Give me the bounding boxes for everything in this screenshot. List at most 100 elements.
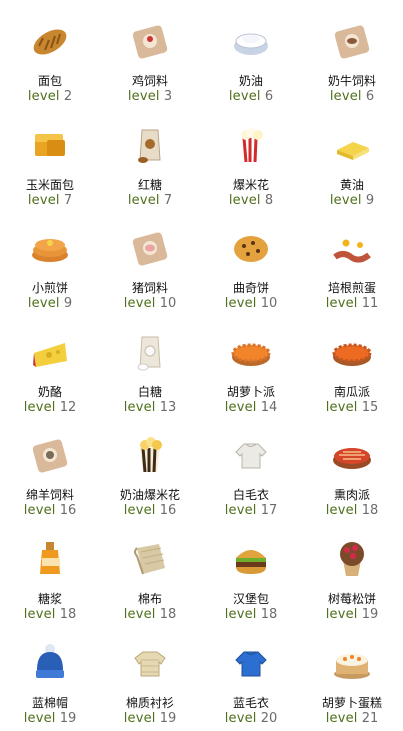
product-item[interactable]: 蓝毛衣 level 20 xyxy=(201,627,301,731)
level-number: 7 xyxy=(63,192,73,208)
cookie-icon xyxy=(230,227,272,269)
product-item[interactable]: 小煎饼 level 9 xyxy=(0,212,100,316)
unlock-level: level 16 xyxy=(0,503,100,518)
brown-sugar-icon xyxy=(129,124,171,166)
product-name: 绵羊饲料 xyxy=(25,488,74,503)
unlock-level: level 11 xyxy=(302,296,402,311)
level-number: 6 xyxy=(365,89,375,104)
product-name: 红糖 xyxy=(137,177,162,192)
product-item[interactable]: 南瓜派 level 15 xyxy=(302,316,402,420)
unlock-level: level 18 xyxy=(302,503,402,518)
product-item[interactable]: 棉质衬衫 level 19 xyxy=(100,627,200,731)
level-label: level xyxy=(123,503,156,519)
product-item[interactable]: 熏肉派 level 18 xyxy=(302,419,402,523)
level-number: 18 xyxy=(361,503,379,519)
product-item[interactable]: 红糖 level 7 xyxy=(100,109,200,213)
product-item[interactable]: 糖浆 level 18 xyxy=(0,523,100,627)
unlock-level: level 8 xyxy=(201,193,301,208)
pumpkin-pie-icon xyxy=(331,331,373,373)
product-item[interactable]: 绵羊饲料 level 16 xyxy=(0,419,100,523)
butter-icon xyxy=(331,124,373,166)
product-item[interactable]: 鸡饲料 level 3 xyxy=(100,5,200,109)
level-number: 3 xyxy=(163,89,173,104)
level-label: level xyxy=(127,89,160,104)
unlock-level: level 7 xyxy=(100,193,200,208)
level-label: level xyxy=(123,296,156,312)
product-item[interactable]: 胡萝卜蛋糕 level 21 xyxy=(302,627,402,731)
level-label: level xyxy=(224,503,257,519)
product-name: 面包 xyxy=(37,74,62,88)
level-label: level xyxy=(23,503,56,519)
product-name: 培根煎蛋 xyxy=(327,281,376,296)
unlock-level: level 16 xyxy=(100,503,200,518)
blue-sweater-icon xyxy=(230,642,272,684)
level-label: level xyxy=(329,192,362,208)
level-number: 8 xyxy=(264,192,274,208)
product-item[interactable]: 胡萝卜派 level 14 xyxy=(201,316,301,420)
product-name: 蓝棉帽 xyxy=(31,695,68,710)
product-item[interactable]: 蓝棉帽 level 19 xyxy=(0,627,100,731)
product-item[interactable]: 白毛衣 level 17 xyxy=(201,419,301,523)
product-name: 熏肉派 xyxy=(333,488,370,503)
level-label: level xyxy=(123,710,156,726)
cheese-icon xyxy=(29,331,71,373)
level-label: level xyxy=(224,296,257,312)
raspberry-muffin-icon xyxy=(331,538,373,580)
level-number: 9 xyxy=(63,296,73,312)
unlock-level: level 18 xyxy=(0,607,100,622)
buttered-popcorn-icon xyxy=(129,434,171,476)
product-item[interactable]: 奶油 level 6 xyxy=(201,5,301,109)
unlock-level: level 10 xyxy=(201,296,301,311)
product-item[interactable]: 玉米面包 level 7 xyxy=(0,109,100,213)
product-item[interactable]: 奶油爆米花 level 16 xyxy=(100,419,200,523)
sheep-feed-icon xyxy=(29,434,71,476)
product-name: 南瓜派 xyxy=(333,384,370,399)
product-item[interactable]: 棉布 level 18 xyxy=(100,523,200,627)
product-item[interactable]: 奶牛饲料 level 6 xyxy=(302,5,402,109)
pancake-icon xyxy=(29,227,71,269)
blue-woolly-hat-icon xyxy=(29,642,71,684)
product-item[interactable]: 奶酪 level 12 xyxy=(0,316,100,420)
level-number: 19 xyxy=(59,710,77,726)
product-name: 爆米花 xyxy=(232,177,269,192)
unlock-level: level 19 xyxy=(100,711,200,726)
product-name: 鸡饲料 xyxy=(131,74,168,88)
product-name: 奶酪 xyxy=(37,384,62,399)
product-item[interactable]: 汉堡包 level 18 xyxy=(201,523,301,627)
product-item[interactable]: 白糖 level 13 xyxy=(100,316,200,420)
product-name: 蓝毛衣 xyxy=(232,695,269,710)
product-name: 奶油 xyxy=(238,74,263,88)
product-item[interactable]: 猪饲料 level 10 xyxy=(100,212,200,316)
level-number: 20 xyxy=(260,710,278,726)
level-label: level xyxy=(27,192,60,208)
level-label: level xyxy=(325,399,358,415)
product-item[interactable]: 曲奇饼 level 10 xyxy=(201,212,301,316)
unlock-level: level 18 xyxy=(100,607,200,622)
syrup-icon xyxy=(29,538,71,580)
level-label: level xyxy=(325,607,358,622)
level-label: level xyxy=(224,607,257,622)
product-item[interactable]: 树莓松饼 level 19 xyxy=(302,523,402,627)
product-item[interactable]: 培根煎蛋 level 11 xyxy=(302,212,402,316)
white-sweater-icon xyxy=(230,434,272,476)
level-label: level xyxy=(325,296,358,312)
level-number: 2 xyxy=(63,89,73,104)
level-label: level xyxy=(224,710,257,726)
unlock-level: level 20 xyxy=(201,711,301,726)
product-item[interactable]: 黄油 level 9 xyxy=(302,109,402,213)
cream-icon xyxy=(230,20,272,62)
product-name: 黄油 xyxy=(339,177,364,192)
level-label: level xyxy=(23,399,56,415)
level-number: 18 xyxy=(59,607,77,622)
level-number: 15 xyxy=(361,399,379,415)
product-item[interactable]: 爆米花 level 8 xyxy=(201,109,301,213)
hamburger-icon xyxy=(230,538,272,580)
level-number: 6 xyxy=(264,89,274,104)
level-label: level xyxy=(23,607,56,622)
level-label: level xyxy=(27,89,60,104)
level-number: 18 xyxy=(260,607,278,622)
product-name: 胡萝卜派 xyxy=(226,384,275,399)
product-item[interactable]: 面包 level 2 xyxy=(0,5,100,109)
product-name: 树莓松饼 xyxy=(327,592,376,606)
cotton-shirt-icon xyxy=(129,642,171,684)
